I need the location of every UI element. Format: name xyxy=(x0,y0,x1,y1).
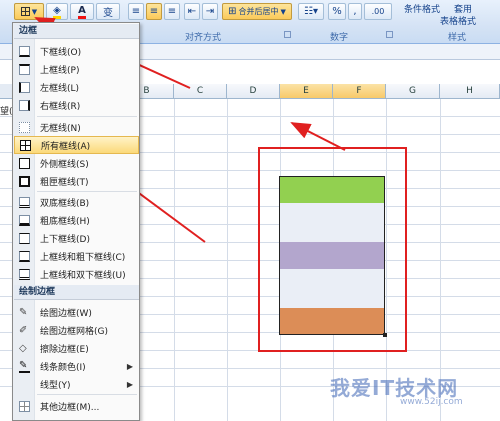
menu-divider xyxy=(37,394,137,395)
menu-header-draw-borders: 绘制边框 xyxy=(14,285,139,300)
menu-header-border: 边框 xyxy=(14,24,139,39)
bottom-border-icon xyxy=(19,45,30,57)
line-color-icon: ✎ xyxy=(19,360,30,373)
menu-item-top-border[interactable]: 上框线(P) xyxy=(14,60,139,78)
top-thick-bottom-border-icon xyxy=(19,250,30,262)
all-borders-icon xyxy=(20,139,31,151)
menu-item-draw-border[interactable]: ✎ 绘图边框(W) xyxy=(14,303,139,321)
no-border-icon xyxy=(19,121,30,133)
menu-item-thick-box-border[interactable]: 粗匣框线(T) xyxy=(14,172,139,190)
outside-borders-icon xyxy=(19,157,30,169)
left-border-icon xyxy=(19,81,30,93)
menu-divider xyxy=(37,116,137,117)
menu-item-bottom-border[interactable]: 下框线(O) xyxy=(14,42,139,60)
menu-item-line-style[interactable]: 线型(Y) ▶ xyxy=(14,375,139,393)
arrow-to-range xyxy=(290,122,346,151)
watermark-url: www.52ij.com xyxy=(400,397,463,407)
right-border-icon xyxy=(19,99,30,111)
menu-item-right-border[interactable]: 右框线(R) xyxy=(14,96,139,114)
pencil-icon: ✎ xyxy=(19,306,28,318)
menu-divider xyxy=(37,191,137,192)
grid-pencil-icon: ✐ xyxy=(19,324,28,336)
menu-item-left-border[interactable]: 左框线(L) xyxy=(14,78,139,96)
border-dropdown-menu: 边框 下框线(O) 上框线(P) 左框线(L) 右框线(R) 无框线(N) 所有… xyxy=(12,22,140,421)
top-border-icon xyxy=(19,63,30,75)
menu-item-double-bottom-border[interactable]: 双底框线(B) xyxy=(14,193,139,211)
menu-item-draw-border-grid[interactable]: ✐ 绘图边框网格(G) xyxy=(14,321,139,339)
menu-item-top-bottom-border[interactable]: 上下框线(D) xyxy=(14,229,139,247)
menu-item-outside-borders[interactable]: 外侧框线(S) xyxy=(14,154,139,172)
menu-item-line-color[interactable]: ✎ 线条颜色(I) ▶ xyxy=(14,357,139,375)
top-bottom-border-icon xyxy=(19,232,30,244)
thick-box-border-icon xyxy=(19,175,30,187)
menu-item-all-borders[interactable]: 所有框线(A) xyxy=(14,136,139,154)
menu-item-no-border[interactable]: 无框线(N) xyxy=(14,118,139,136)
double-bottom-border-icon xyxy=(19,196,30,208)
menu-item-top-thick-bottom-border[interactable]: 上框线和粗下框线(C) xyxy=(14,247,139,265)
menu-item-thick-bottom-border[interactable]: 粗底框线(H) xyxy=(14,211,139,229)
thick-bottom-border-icon xyxy=(19,214,30,226)
top-double-bottom-border-icon xyxy=(19,268,30,280)
menu-item-top-double-bottom-border[interactable]: 上框线和双下框线(U) xyxy=(14,265,139,283)
more-borders-icon xyxy=(19,400,30,412)
menu-item-more-borders[interactable]: 其他边框(M)... xyxy=(14,397,139,415)
menu-item-erase-border[interactable]: ◇ 擦除边框(E) xyxy=(14,339,139,357)
eraser-icon: ◇ xyxy=(19,342,27,354)
side-partial-text: 望( xyxy=(0,107,13,117)
chevron-right-icon: ▶ xyxy=(126,379,133,389)
chevron-right-icon: ▶ xyxy=(126,361,133,371)
